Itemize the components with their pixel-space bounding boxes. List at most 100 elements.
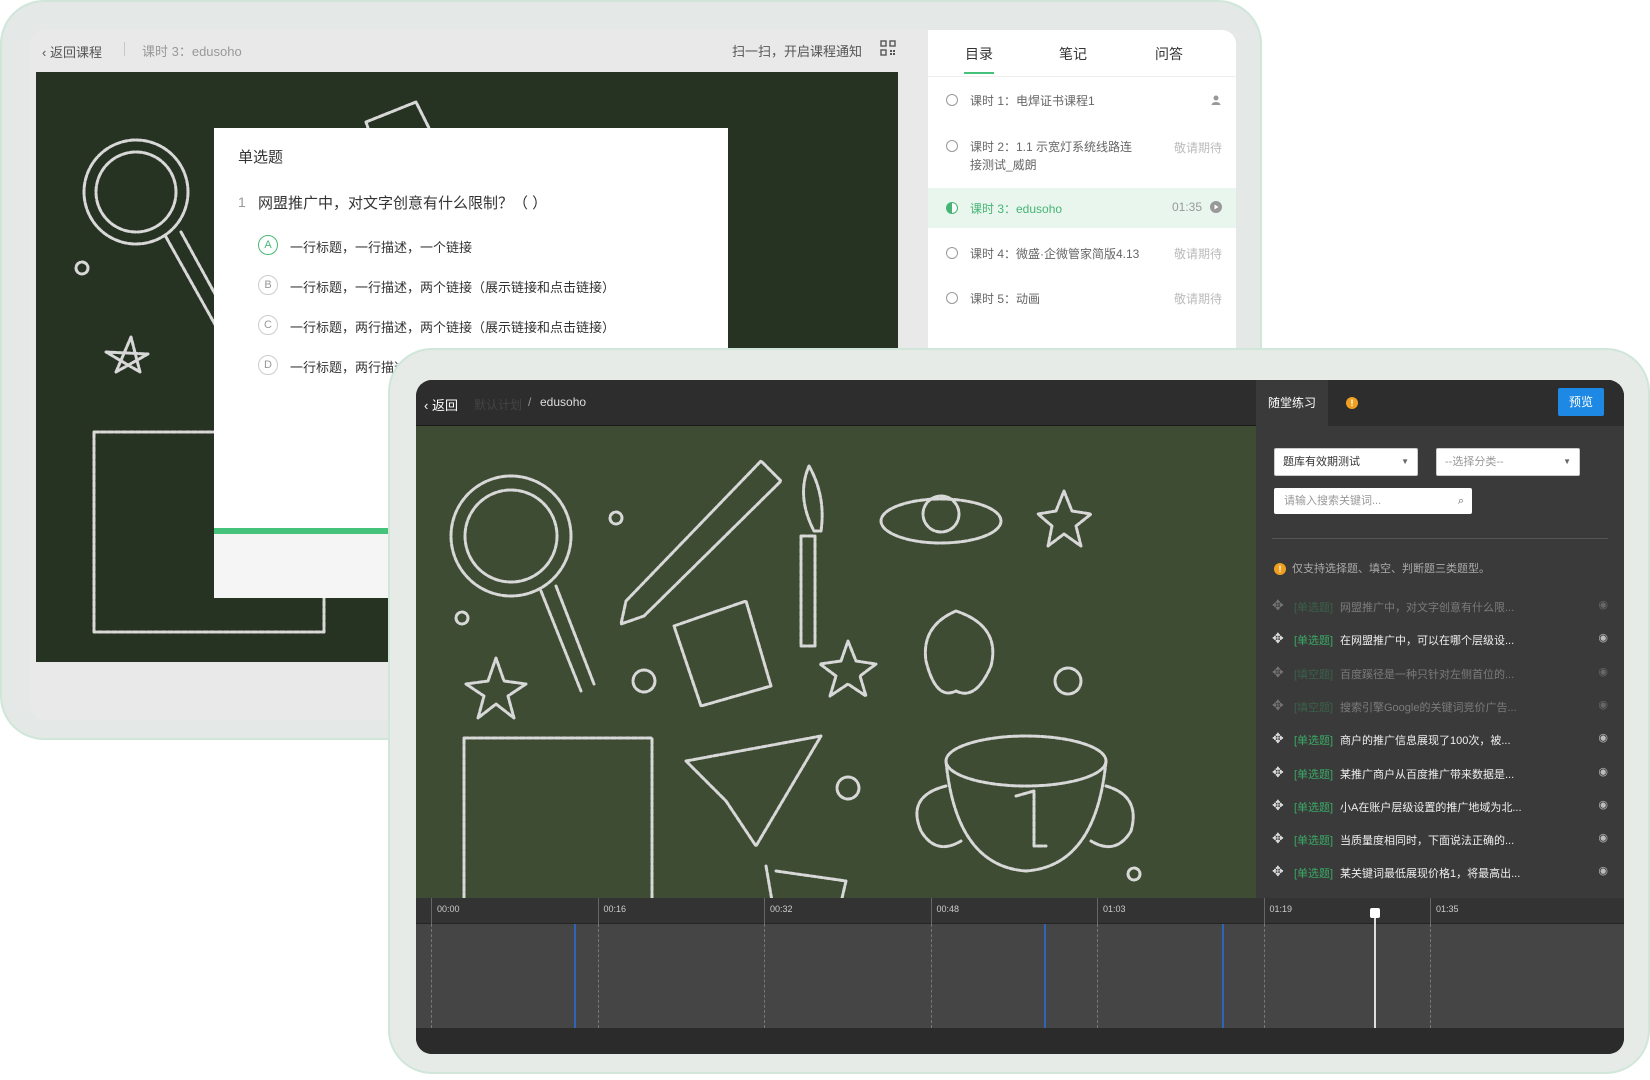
chalkboard-illustration xyxy=(416,426,1256,924)
move-icon[interactable]: ✥ xyxy=(1272,830,1284,847)
chevron-down-icon: ▼ xyxy=(1563,457,1571,466)
category-select[interactable]: --选择分类-- ▼ xyxy=(1436,448,1580,476)
eye-icon[interactable]: ◉ xyxy=(1598,598,1608,611)
video-preview[interactable] xyxy=(416,426,1256,924)
chevron-down-icon: ▼ xyxy=(1401,457,1409,466)
eye-icon[interactable]: ◉ xyxy=(1598,665,1608,678)
eye-icon[interactable]: ◉ xyxy=(1598,864,1608,877)
current-lesson-title: 课时 3：edusoho xyxy=(142,44,242,59)
question-text: 网盟推广中，对文字创意有什么限制？（ ） xyxy=(258,195,548,212)
eye-icon[interactable]: ◉ xyxy=(1598,731,1608,744)
panel-header: 随堂练习 ! 预览 xyxy=(1256,380,1624,426)
panel-divider xyxy=(1272,538,1608,539)
radio-icon xyxy=(946,140,958,152)
info-icon: ! xyxy=(1274,563,1286,575)
timeline-tick-line xyxy=(431,898,432,924)
lesson-status: 敬请期待 xyxy=(1173,141,1222,155)
lesson-item-title: 课时 2：1.1 示宽灯系统线路连接测试_威朗 xyxy=(970,140,1133,172)
timeline-footer xyxy=(416,1028,1624,1054)
question-marker[interactable] xyxy=(1222,924,1224,1028)
info-icon[interactable]: ! xyxy=(1346,397,1358,409)
question-list-item[interactable]: ✥ [单选题] 商户的推广信息展现了100次，被... ◉ xyxy=(1272,727,1608,751)
active-tab-indicator xyxy=(964,72,994,74)
eye-icon[interactable]: ◉ xyxy=(1598,831,1608,844)
lesson-status: 敬请期待 xyxy=(1173,247,1222,261)
breadcrumb-plan[interactable]: 默认计划 xyxy=(474,396,522,413)
question-type-tag: [单选题] xyxy=(1294,768,1334,781)
tab-notes[interactable]: 笔记 xyxy=(1038,44,1108,64)
move-icon[interactable]: ✥ xyxy=(1272,797,1284,814)
move-icon[interactable]: ✥ xyxy=(1272,863,1284,880)
move-icon[interactable]: ✥ xyxy=(1272,664,1284,681)
radio-icon xyxy=(946,292,958,304)
move-icon[interactable]: ✥ xyxy=(1272,730,1284,747)
question-list-item[interactable]: ✥ [单选题] 网盟推广中，对文字创意有什么限... ◉ xyxy=(1272,594,1608,618)
tab-in-class-exercise[interactable]: 随堂练习 xyxy=(1256,380,1328,426)
lesson-item[interactable]: 课时 1：电焊证书课程1 xyxy=(928,86,1236,132)
front-tablet-frame: ‹ 返回 默认计划 / edusoho 随堂练习 ! 预览 题库有效期测试 ▼ … xyxy=(388,348,1650,1074)
move-icon[interactable]: ✥ xyxy=(1272,764,1284,781)
timeline-grid-line xyxy=(930,924,932,1028)
back-to-course-link[interactable]: ‹ 返回课程 xyxy=(42,42,102,61)
timeline-tick-line xyxy=(1263,898,1265,924)
question-list-item[interactable]: ✥ [填空题] 搜索引擎Google的关键词竞价广告... ◉ xyxy=(1272,694,1608,718)
timeline-tick-label: 01:03 xyxy=(1103,904,1126,914)
preview-button[interactable]: 预览 xyxy=(1558,388,1604,416)
timeline[interactable]: 00:00 00:16 00:32 00:48 01:03 01:19 01:35 xyxy=(416,898,1624,1054)
question-marker[interactable] xyxy=(1044,924,1046,1028)
back-button[interactable]: ‹ 返回 xyxy=(424,395,458,414)
question-list-item[interactable]: ✥ [单选题] 当质量度相同时，下面说法正确的... ◉ xyxy=(1272,827,1608,851)
playhead-handle[interactable] xyxy=(1370,908,1380,918)
question-list-item[interactable]: ✥ [填空题] 百度蹊径是一种只针对左侧首位的... ◉ xyxy=(1272,661,1608,685)
question-type-tag: [单选题] xyxy=(1294,801,1334,814)
timeline-grid-line xyxy=(1430,924,1431,1028)
question-type-tag: [填空题] xyxy=(1294,668,1334,681)
timeline-tick-label: 00:48 xyxy=(936,904,960,914)
question-list-item[interactable]: ✥ [单选题] 在网盟推广中，可以在哪个层级设... ◉ xyxy=(1272,627,1608,651)
lesson-status: 敬请期待 xyxy=(1173,292,1222,306)
timeline-grid-line xyxy=(1097,924,1098,1028)
lesson-item[interactable]: 课时 5：动画 敬请期待 xyxy=(928,276,1236,322)
eye-icon[interactable]: ◉ xyxy=(1598,798,1608,811)
search-icon[interactable]: ⌕ xyxy=(1458,488,1464,514)
lesson-item-title: 课时 1：电焊证书课程1 xyxy=(970,94,1095,108)
lesson-duration: 01:35 xyxy=(1171,200,1202,214)
timeline-tick-label: 01:19 xyxy=(1269,904,1293,914)
keyword-search-input[interactable]: 请输入搜索关键词... ⌕ xyxy=(1274,488,1472,514)
move-icon[interactable]: ✥ xyxy=(1272,697,1284,714)
lesson-item[interactable]: 课时 4：微盛·企微管家简版4.13 敬请期待 xyxy=(928,230,1236,276)
question-marker[interactable] xyxy=(574,924,576,1028)
qr-code-icon[interactable] xyxy=(880,40,896,56)
question-list-item[interactable]: ✥ [单选题] 某关键词最低展现价格1，将最高出... ◉ xyxy=(1272,860,1608,884)
tab-qa[interactable]: 问答 xyxy=(1134,44,1204,64)
option-text: 一行标题，一行描述，两个链接（展示链接和点击链接） xyxy=(290,280,616,295)
timeline-tick-line xyxy=(1430,898,1431,924)
timeline-grid-line xyxy=(1263,924,1265,1028)
tab-divider xyxy=(928,76,1236,77)
eye-icon[interactable]: ◉ xyxy=(1598,698,1608,711)
question-list-item[interactable]: ✥ [单选题] 某推广商户从百度推广带来数据是... ◉ xyxy=(1272,761,1608,785)
question-title: 某关键词最低展现价格1，将最高出... xyxy=(1340,868,1521,881)
question-type-tag: [单选题] xyxy=(1294,835,1334,848)
lesson-item-current[interactable]: 课时 3：edusoho 01:35 xyxy=(928,188,1236,228)
option-letter-c: C xyxy=(258,315,278,335)
eye-icon[interactable]: ◉ xyxy=(1598,631,1608,644)
move-icon[interactable]: ✥ xyxy=(1272,630,1284,647)
exercise-panel: 随堂练习 ! 预览 题库有效期测试 ▼ --选择分类-- ▼ 请输入搜索关键词.… xyxy=(1256,380,1624,924)
radio-icon xyxy=(946,94,958,106)
player-header: ‹ 返回课程 课时 3：edusoho 扫一扫，开启课程通知 xyxy=(30,30,930,70)
question-bank-select[interactable]: 题库有效期测试 ▼ xyxy=(1274,448,1418,476)
timeline-tick-line xyxy=(930,898,932,924)
timeline-grid-line xyxy=(597,924,599,1028)
lesson-item[interactable]: 课时 2：1.1 示宽灯系统线路连接测试_威朗 敬请期待 xyxy=(928,132,1236,188)
timeline-playhead[interactable] xyxy=(1374,910,1376,1028)
move-icon[interactable]: ✥ xyxy=(1272,597,1284,614)
timeline-tick-label: 01:35 xyxy=(1436,904,1459,914)
timeline-tick-label: 00:32 xyxy=(770,904,793,914)
eye-icon[interactable]: ◉ xyxy=(1598,765,1608,778)
question-type-tag: [单选题] xyxy=(1294,868,1334,881)
timeline-tick-label: 00:00 xyxy=(437,904,460,914)
breadcrumb-separator: / xyxy=(528,395,532,409)
tab-catalog[interactable]: 目录 xyxy=(944,44,1014,64)
question-list-item[interactable]: ✥ [单选题] 小A在账户层级设置的推广地域为北... ◉ xyxy=(1272,794,1608,818)
